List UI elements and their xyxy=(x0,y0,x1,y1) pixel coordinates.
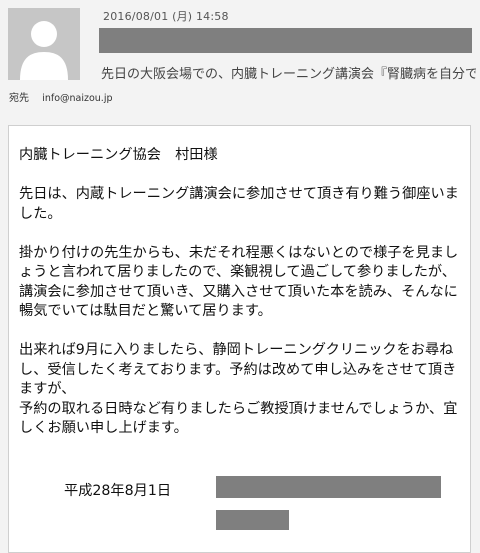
message-body: 内臓トレーニング協会 村田様 先日は、内蔵トレーニング講演会に参加させて頂き有り… xyxy=(8,125,471,553)
to-address[interactable]: info@naizou.jp xyxy=(42,93,112,104)
person-icon xyxy=(8,8,80,80)
paragraph-1: 先日は、内蔵トレーニング講演会に参加させて頂き有り難う御座いました。 xyxy=(19,186,459,222)
letter-date: 平成28年8月1日 xyxy=(64,483,172,499)
paragraph-3-line-2: 予約の取れる日時など有りましたらご教授頂けませんでしょうか、宜しくお願い申し上げ… xyxy=(19,400,458,437)
message-header: 2016/08/01 (月) 14:58 先日の大阪会場での、内臓トレーニング講… xyxy=(0,0,480,118)
paragraph-2-line-1: 掛かり付けの先生からも、未だそれ程悪くはないとので様子を見ましょうと言われて居り… xyxy=(19,244,459,281)
subject: 先日の大阪会場での、内臓トレーニング講演会『腎臓病を自分で xyxy=(101,67,476,82)
avatar xyxy=(8,8,80,80)
greeting: 内臓トレーニング協会 村田様 xyxy=(19,147,218,163)
paragraph-2-line-2: 講演会に参加させて頂いき、又購入させて頂いた本を読み、そんなに暢気でいては駄目だ… xyxy=(19,283,458,320)
paragraph-3-line-1: 出来れば9月に入りましたら、静岡トレーニングクリニックをお尋ねし、受信したく考え… xyxy=(19,342,457,397)
sent-date: 2016/08/01 (月) 14:58 xyxy=(103,10,229,23)
sender-redacted xyxy=(99,28,472,53)
to-label: 宛先 xyxy=(9,93,29,104)
signature-redacted xyxy=(216,476,441,498)
message-text: 内臓トレーニング協会 村田様 先日は、内蔵トレーニング講演会に参加させて頂き有り… xyxy=(19,146,464,439)
name-redacted xyxy=(216,510,289,530)
recipient-row: 宛先 info@naizou.jp xyxy=(9,89,113,104)
